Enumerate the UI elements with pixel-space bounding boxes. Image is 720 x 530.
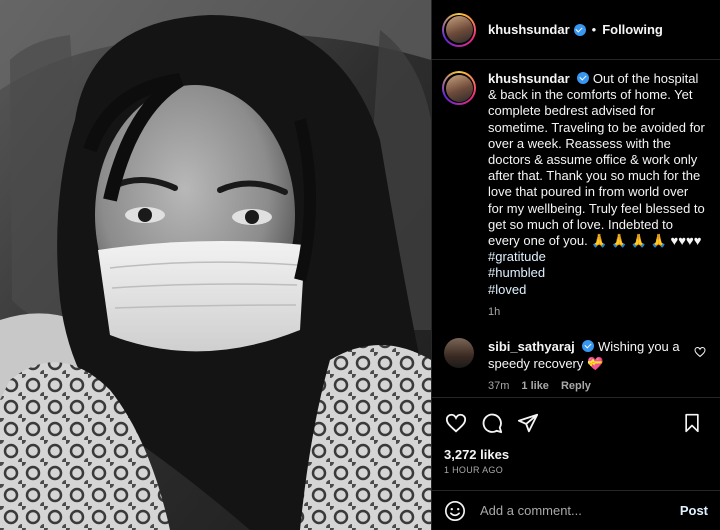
verified-badge-icon — [582, 340, 595, 353]
caption-avatar[interactable] — [442, 71, 476, 105]
paper-plane-icon — [517, 413, 539, 432]
post-photo-image — [0, 0, 431, 530]
verified-badge-icon — [573, 23, 586, 36]
post-header: khushsundar • Following — [432, 0, 720, 60]
bookmark-icon — [685, 413, 699, 432]
caption-username[interactable]: khushsundar — [488, 71, 570, 86]
caption-timestamp[interactable]: 1h — [488, 304, 706, 320]
comment-timestamp[interactable]: 37m — [488, 378, 509, 395]
hashtag-link[interactable]: #loved — [488, 282, 706, 298]
caption: khushsundar Out of the hospital & back i… — [442, 71, 706, 320]
following-button[interactable]: Following — [602, 22, 663, 37]
author-avatar[interactable] — [442, 12, 476, 47]
likes-count[interactable]: 3,272 likes — [444, 447, 509, 462]
comment-input[interactable] — [480, 503, 672, 518]
header-separator: • — [591, 22, 597, 37]
hashtag-link[interactable]: #humbled — [488, 265, 706, 281]
commenter-avatar[interactable] — [444, 338, 474, 369]
post-comment-button[interactable]: Post — [680, 503, 708, 518]
like-button[interactable] — [444, 411, 468, 435]
comment-button[interactable] — [480, 411, 504, 435]
hashtag-link[interactable]: #gratitude — [488, 249, 706, 265]
post-photo[interactable] — [0, 0, 431, 530]
post-actions — [432, 397, 720, 447]
share-button[interactable] — [516, 411, 540, 435]
commenter-username[interactable]: sibi_sathyaraj — [488, 339, 575, 354]
add-comment-bar: Post — [432, 490, 720, 530]
save-button[interactable] — [680, 411, 704, 435]
author-username[interactable]: khushsundar — [488, 22, 570, 37]
comments-list[interactable]: khushsundar Out of the hospital & back i… — [432, 61, 720, 397]
heart-icon — [445, 413, 467, 432]
comment-likes[interactable]: 1 like — [521, 378, 549, 395]
post-sidebar: khushsundar • Following khushsundar Out … — [431, 0, 720, 530]
caption-text: Out of the hospital & back in the comfor… — [488, 71, 705, 249]
comment-item: sibi_sathyaraj Wishing you a speedy reco… — [442, 338, 706, 395]
smiley-icon[interactable] — [444, 500, 466, 522]
comment-like-heart-icon[interactable] — [694, 346, 706, 358]
post-age[interactable]: 1 HOUR AGO — [444, 465, 503, 475]
verified-badge-icon — [577, 72, 590, 84]
reply-button[interactable]: Reply — [561, 378, 591, 395]
comment-icon — [482, 413, 503, 433]
